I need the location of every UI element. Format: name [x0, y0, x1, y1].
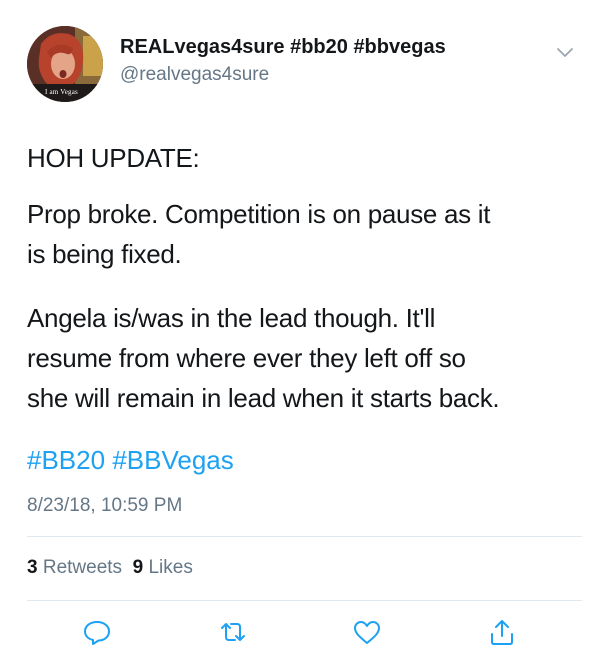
hashtag-link[interactable]: #BBVegas: [112, 445, 233, 475]
likes-count: 9: [132, 557, 144, 578]
avatar-caption: I am Vegas: [45, 88, 78, 96]
tweet-text-line: Prop broke. Competition is on pause as i…: [27, 199, 491, 229]
tweet-text-paragraph: HOH UPDATE:: [27, 138, 572, 178]
divider: [27, 600, 582, 601]
divider: [27, 536, 582, 537]
retweet-button[interactable]: [218, 617, 248, 647]
reply-icon: [84, 621, 110, 645]
tweet-text-line: is being fixed.: [27, 239, 182, 269]
retweets-label: Retweets: [42, 557, 123, 578]
tweet-text-paragraph: Prop broke. Competition is on pause as i…: [27, 194, 572, 274]
tweet-text-line: Angela is/was in the lead though. It'll: [27, 303, 436, 333]
tweet-text-line: resume from where ever they left off so: [27, 343, 466, 373]
tweet-text-paragraph: Angela is/was in the lead though. It'll …: [27, 298, 572, 418]
hashtag-link[interactable]: #BB20: [27, 445, 105, 475]
hashtag-list: #BB20 #BBVegas: [27, 440, 234, 480]
reply-button[interactable]: [82, 617, 112, 647]
likes-stat[interactable]: 9 Likes: [133, 557, 193, 578]
likes-label: Likes: [148, 557, 193, 578]
tweet: I am Vegas REALvegas4sure #bb20 #bbvegas…: [0, 0, 600, 664]
share-button[interactable]: [487, 617, 517, 647]
action-bar: [0, 617, 600, 647]
tweet-text-line: HOH UPDATE:: [27, 143, 200, 173]
chevron-down-icon[interactable]: [555, 42, 575, 62]
tweet-header: I am Vegas REALvegas4sure #bb20 #bbvegas…: [27, 26, 587, 106]
retweet-icon: [221, 623, 245, 641]
share-icon: [491, 620, 513, 645]
heart-icon: [354, 621, 380, 644]
display-name[interactable]: REALvegas4sure #bb20 #bbvegas: [120, 36, 446, 59]
tweet-timestamp[interactable]: 8/23/18, 10:59 PM: [27, 495, 182, 517]
engagement-stats: 3 Retweets 9 Likes: [27, 557, 193, 579]
user-handle[interactable]: @realvegas4sure: [120, 64, 269, 86]
tweet-text-line: she will remain in lead when it starts b…: [27, 383, 500, 413]
avatar[interactable]: I am Vegas: [27, 26, 103, 102]
retweets-stat[interactable]: 3 Retweets: [27, 557, 122, 578]
like-button[interactable]: [352, 617, 382, 647]
retweets-count: 3: [27, 557, 38, 578]
